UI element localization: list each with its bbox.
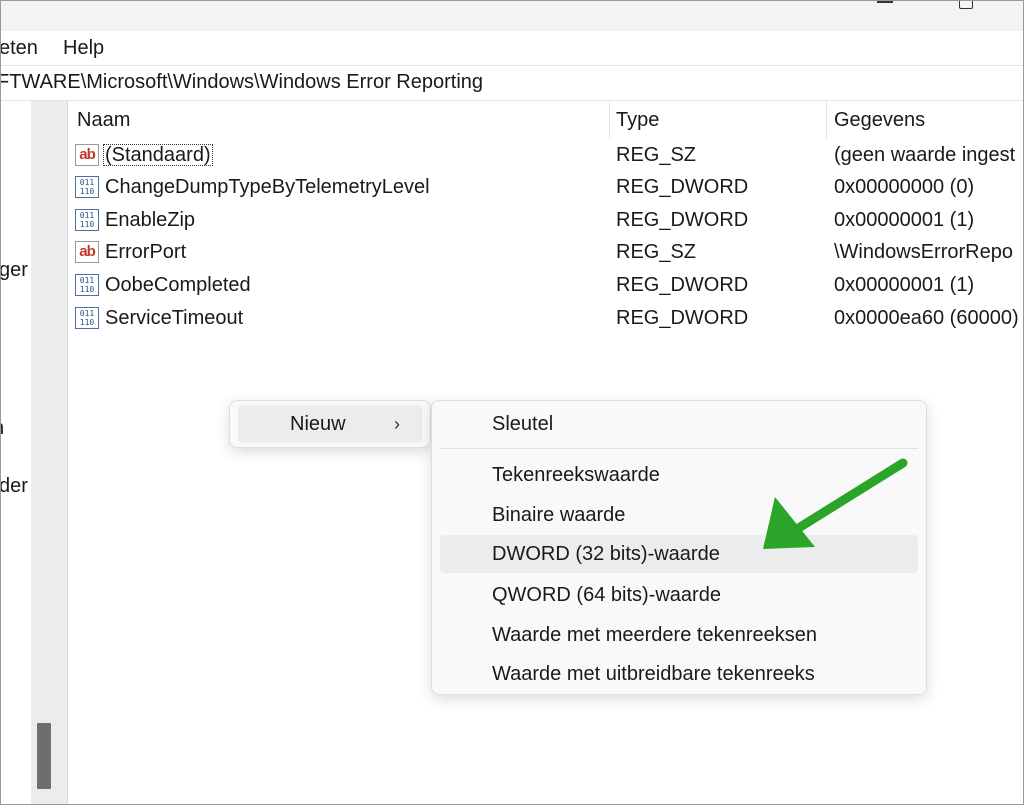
value-name: OobeCompleted — [105, 274, 251, 296]
address-path[interactable]: FTWARE\Microsoft\Windows\Windows Error R… — [1, 71, 483, 94]
menu-bar: eten Help — [1, 31, 1023, 65]
binary-value-icon: 011 110 — [75, 307, 99, 329]
value-type: REG_DWORD — [616, 307, 749, 329]
value-type: REG_DWORD — [616, 209, 749, 231]
tree-scrollbar[interactable] — [31, 101, 68, 804]
menu-item-qword-value[interactable]: QWORD (64 bits)-waarde — [440, 576, 918, 614]
menu-item-label: DWORD (32 bits)-waarde — [492, 543, 720, 565]
tree-node-fragment[interactable]: n — [1, 417, 4, 440]
value-name: (Standaard) — [103, 144, 213, 166]
menu-item-binary-value[interactable]: Binaire waarde — [440, 496, 918, 534]
string-value-icon: ab — [75, 241, 99, 263]
value-type: REG_SZ — [616, 241, 697, 263]
address-bar[interactable]: FTWARE\Microsoft\Windows\Windows Error R… — [1, 65, 1023, 101]
table-row[interactable]: 011 110 OobeCompleted REG_DWORD 0x000000… — [69, 269, 1023, 301]
menu-item-label: Tekenreekswaarde — [492, 464, 660, 486]
menu-item-nieuw[interactable]: Nieuw › — [238, 405, 422, 443]
menu-item-multi-string-value[interactable]: Waarde met meerdere tekenreeksen — [440, 616, 918, 654]
new-submenu: Sleutel Tekenreekswaarde Binaire waarde … — [431, 400, 927, 695]
value-name: EnableZip — [105, 209, 196, 231]
value-data: (geen waarde ingest — [834, 144, 1016, 166]
string-value-icon: ab — [75, 144, 99, 166]
tree-node-fragment[interactable]: ger — [1, 259, 28, 282]
menu-item-favorieten[interactable]: eten — [1, 37, 38, 60]
tree-node-fragment[interactable]: der — [1, 475, 28, 498]
binary-value-icon: 011 110 — [75, 274, 99, 296]
menu-item-expandable-string-value[interactable]: Waarde met uitbreidbare tekenreeks — [440, 655, 918, 693]
menu-item-dword-value[interactable]: DWORD (32 bits)-waarde — [440, 535, 918, 573]
column-header-type[interactable]: Type — [608, 101, 826, 139]
value-type: REG_SZ — [616, 144, 697, 166]
binary-value-icon: 011 110 — [75, 176, 99, 198]
column-header-data[interactable]: Gegevens — [826, 101, 1023, 139]
value-type: REG_DWORD — [616, 176, 749, 198]
table-row[interactable]: 011 110 EnableZip REG_DWORD 0x00000001 (… — [69, 204, 1023, 236]
value-data: 0x00000001 (1) — [834, 209, 975, 231]
scrollbar-thumb[interactable] — [37, 723, 51, 789]
registry-editor-window: eten Help FTWARE\Microsoft\Windows\Windo… — [0, 0, 1024, 805]
value-name: ChangeDumpTypeByTelemetryLevel — [105, 176, 430, 198]
table-row[interactable]: 011 110 ChangeDumpTypeByTelemetryLevel R… — [69, 171, 1023, 203]
table-row[interactable]: ab (Standaard) REG_SZ (geen waarde inges… — [69, 139, 1023, 171]
menu-item-label: Binaire waarde — [492, 504, 626, 526]
value-name: ErrorPort — [105, 241, 187, 263]
context-menu: Nieuw › — [229, 400, 431, 448]
value-data: \WindowsErrorRepo — [834, 241, 1013, 263]
menu-item-help[interactable]: Help — [63, 37, 104, 60]
value-name: ServiceTimeout — [105, 307, 244, 329]
value-data: 0x00000001 (1) — [834, 274, 975, 296]
maximize-icon[interactable] — [959, 1, 973, 9]
menu-item-label: Nieuw — [290, 413, 346, 435]
value-data: 0x0000ea60 (60000) — [834, 307, 1019, 329]
column-header-name[interactable]: Naam — [69, 101, 609, 139]
value-type: REG_DWORD — [616, 274, 749, 296]
title-bar — [1, 1, 1023, 31]
binary-value-icon: 011 110 — [75, 209, 99, 231]
chevron-right-icon: › — [394, 414, 400, 434]
menu-item-label: Waarde met meerdere tekenreeksen — [492, 624, 817, 646]
menu-separator — [440, 448, 918, 449]
menu-item-label: Waarde met uitbreidbare tekenreeks — [492, 663, 815, 685]
menu-item-sleutel[interactable]: Sleutel — [440, 405, 918, 443]
menu-item-string-value[interactable]: Tekenreekswaarde — [440, 456, 918, 494]
minimize-icon[interactable] — [877, 1, 893, 3]
menu-item-label: QWORD (64 bits)-waarde — [492, 584, 721, 606]
table-row[interactable]: ab ErrorPort REG_SZ \WindowsErrorRepo — [69, 236, 1023, 268]
menu-item-label: Sleutel — [492, 413, 554, 435]
table-row[interactable]: 011 110 ServiceTimeout REG_DWORD 0x0000e… — [69, 302, 1023, 334]
value-data: 0x00000000 (0) — [834, 176, 975, 198]
tree-pane: ger n der — [1, 101, 31, 804]
